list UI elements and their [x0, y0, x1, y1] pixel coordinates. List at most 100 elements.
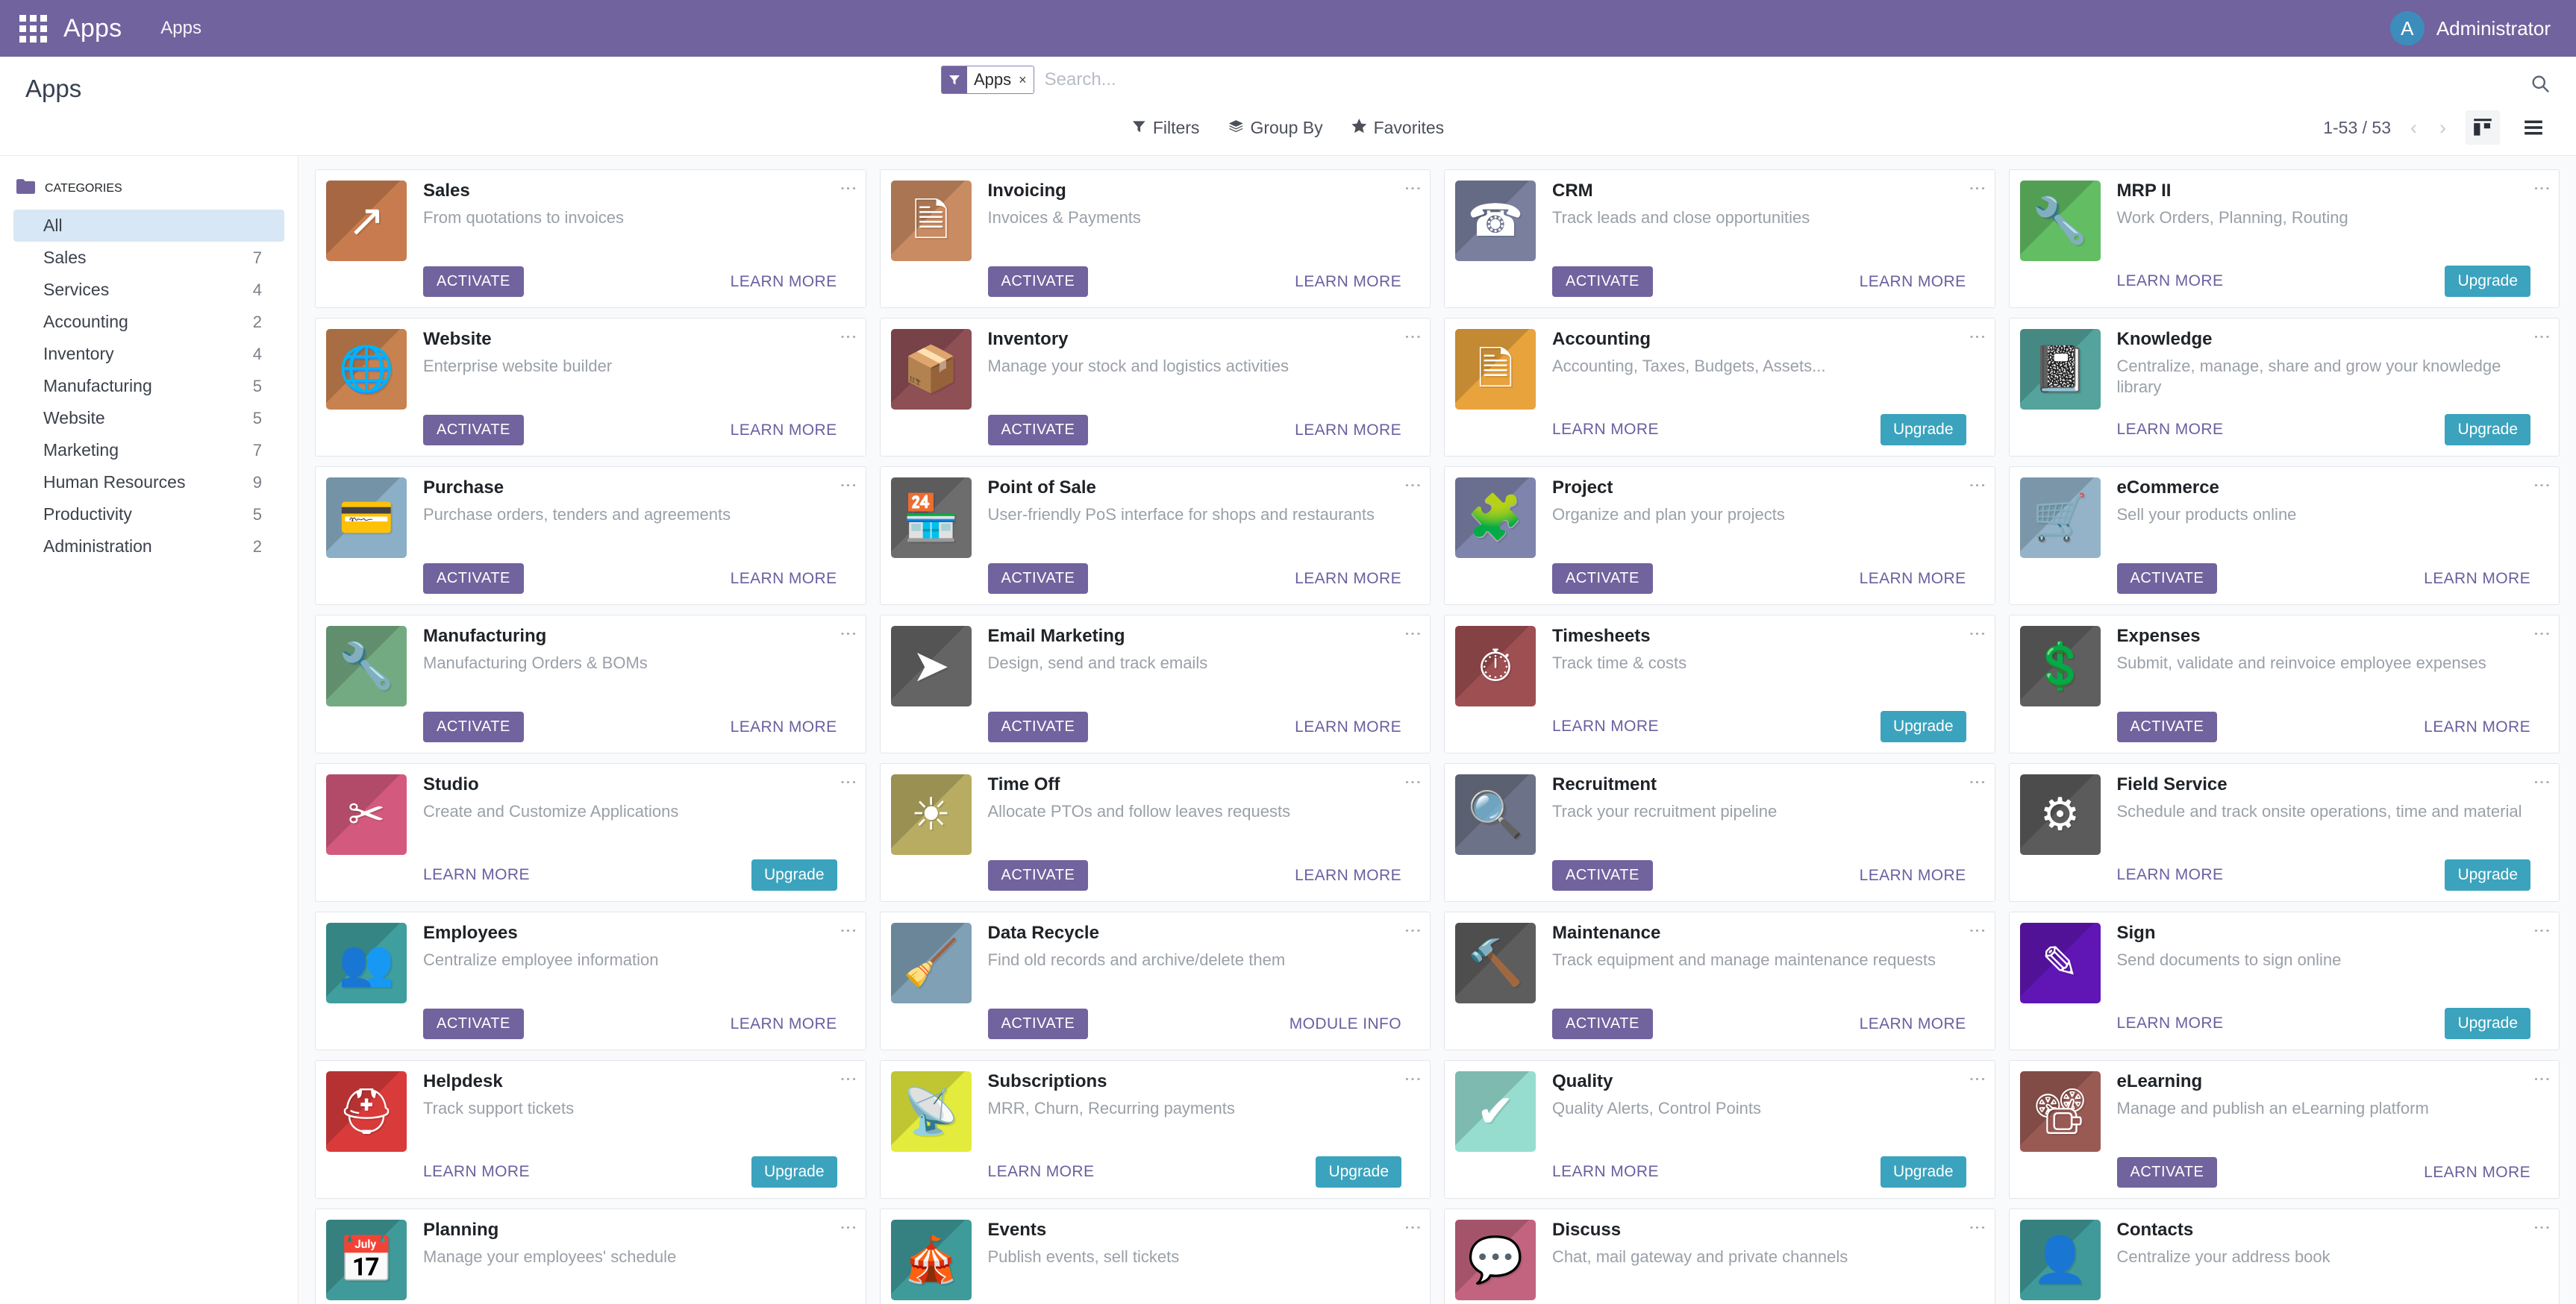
search-facet-remove-icon[interactable]: × — [1016, 66, 1034, 93]
app-card[interactable]: ⏱ Timesheets Track time & costs LEARN MORE U… — [1444, 615, 1995, 753]
learn-more-link[interactable]: LEARN MORE — [731, 718, 837, 736]
sidebar-item-productivity[interactable]: Productivity 5 — [13, 498, 284, 530]
learn-more-link[interactable]: LEARN MORE — [1295, 273, 1401, 291]
activate-button[interactable]: ACTIVATE — [1552, 266, 1653, 297]
upgrade-button[interactable]: Upgrade — [2445, 414, 2530, 445]
kebab-menu-icon[interactable]: ⋮ — [1969, 328, 1988, 345]
activate-button[interactable]: ACTIVATE — [2116, 712, 2218, 742]
upgrade-button[interactable]: Upgrade — [1880, 711, 1966, 742]
app-card[interactable]: 💲 Expenses Submit, validate and reinvoice … — [2008, 615, 2560, 753]
app-card[interactable]: ☀ Time Off Allocate PTOs and follow leaves… — [879, 763, 1431, 902]
activate-button[interactable]: ACTIVATE — [987, 563, 1089, 594]
search-input[interactable] — [1034, 69, 1635, 90]
app-card[interactable]: 🎪 Events Publish events, sell tickets ⋮ — [879, 1209, 1431, 1304]
app-card[interactable]: 🧩 Project Organize and plan your projects A… — [1444, 466, 1995, 605]
learn-more-link[interactable]: LEARN MORE — [423, 1163, 530, 1181]
module-info-link[interactable]: MODULE INFO — [1289, 1015, 1401, 1033]
kebab-menu-icon[interactable]: ⋮ — [2533, 1071, 2552, 1088]
app-card[interactable]: ⚙ Field Service Schedule and track onsite … — [2008, 763, 2560, 902]
upgrade-button[interactable]: Upgrade — [2445, 266, 2530, 297]
app-card[interactable]: 💳 Purchase Purchase orders, tenders and ag… — [315, 466, 866, 605]
kebab-menu-icon[interactable]: ⋮ — [1969, 477, 1988, 494]
learn-more-link[interactable]: LEARN MORE — [2424, 1164, 2530, 1182]
activate-button[interactable]: ACTIVATE — [987, 266, 1089, 297]
kebab-menu-icon[interactable]: ⋮ — [2533, 1219, 2552, 1236]
sidebar-item-all[interactable]: All — [13, 210, 284, 242]
kebab-menu-icon[interactable]: ⋮ — [1969, 625, 1988, 642]
sidebar-item-inventory[interactable]: Inventory 4 — [13, 338, 284, 370]
learn-more-link[interactable]: LEARN MORE — [1552, 718, 1659, 736]
search-icon[interactable] — [2530, 73, 2551, 99]
kebab-menu-icon[interactable]: ⋮ — [1404, 1219, 1423, 1236]
activate-button[interactable]: ACTIVATE — [1552, 860, 1653, 891]
learn-more-link[interactable]: LEARN MORE — [1552, 1163, 1659, 1181]
app-card[interactable]: ✔ Quality Quality Alerts, Control Points LE… — [1444, 1060, 1995, 1199]
app-card[interactable]: ↗ Sales From quotations to invoices ACTIVAT… — [315, 169, 866, 308]
sidebar-item-accounting[interactable]: Accounting 2 — [13, 306, 284, 338]
app-card[interactable]: 🗎 Accounting Accounting, Taxes, Budgets, A… — [1444, 318, 1995, 457]
activate-button[interactable]: ACTIVATE — [423, 415, 524, 445]
app-card[interactable]: ✎ Sign Send documents to sign online LEARN … — [2008, 912, 2560, 1050]
upgrade-button[interactable]: Upgrade — [1316, 1156, 1401, 1188]
pager-previous-icon[interactable]: ‹ — [2407, 116, 2420, 140]
list-view-button[interactable] — [2516, 110, 2551, 145]
apps-grid-icon[interactable] — [19, 14, 47, 43]
brand-title[interactable]: Apps — [63, 14, 122, 43]
kebab-menu-icon[interactable]: ⋮ — [840, 1071, 859, 1088]
kebab-menu-icon[interactable]: ⋮ — [2533, 180, 2552, 197]
kebab-menu-icon[interactable]: ⋮ — [2533, 922, 2552, 939]
kebab-menu-icon[interactable]: ⋮ — [840, 180, 859, 197]
group-by-button[interactable]: Group By — [1228, 118, 1323, 138]
kebab-menu-icon[interactable]: ⋮ — [1969, 1219, 1988, 1236]
kebab-menu-icon[interactable]: ⋮ — [1404, 1071, 1423, 1088]
activate-button[interactable]: ACTIVATE — [1552, 563, 1653, 594]
learn-more-link[interactable]: LEARN MORE — [731, 570, 837, 588]
app-card[interactable]: ☎ CRM Track leads and close opportunities A… — [1444, 169, 1995, 308]
learn-more-link[interactable]: LEARN MORE — [1295, 718, 1401, 736]
learn-more-link[interactable]: LEARN MORE — [1295, 421, 1401, 439]
favorites-button[interactable]: Favorites — [1351, 118, 1444, 138]
kebab-menu-icon[interactable]: ⋮ — [1404, 180, 1423, 197]
kebab-menu-icon[interactable]: ⋮ — [840, 1219, 859, 1236]
kebab-menu-icon[interactable]: ⋮ — [1404, 477, 1423, 494]
kebab-menu-icon[interactable]: ⋮ — [840, 625, 859, 642]
activate-button[interactable]: ACTIVATE — [423, 712, 524, 742]
filters-button[interactable]: Filters — [1132, 118, 1199, 138]
activate-button[interactable]: ACTIVATE — [423, 266, 524, 297]
learn-more-link[interactable]: LEARN MORE — [1552, 421, 1659, 439]
learn-more-link[interactable]: LEARN MORE — [2117, 421, 2224, 439]
learn-more-link[interactable]: LEARN MORE — [2424, 718, 2530, 736]
app-card[interactable]: ⛑ Helpdesk Track support tickets LEARN MORE… — [315, 1060, 866, 1199]
upgrade-button[interactable]: Upgrade — [751, 859, 837, 891]
learn-more-link[interactable]: LEARN MORE — [2117, 272, 2224, 290]
app-card[interactable]: 🏪 Point of Sale User-friendly PoS interfac… — [879, 466, 1431, 605]
learn-more-link[interactable]: LEARN MORE — [988, 1163, 1095, 1181]
kebab-menu-icon[interactable]: ⋮ — [2533, 477, 2552, 494]
learn-more-link[interactable]: LEARN MORE — [1860, 867, 1966, 885]
sidebar-item-human-resources[interactable]: Human Resources 9 — [13, 466, 284, 498]
activate-button[interactable]: ACTIVATE — [1552, 1009, 1653, 1039]
kebab-menu-icon[interactable]: ⋮ — [2533, 625, 2552, 642]
sidebar-item-marketing[interactable]: Marketing 7 — [13, 434, 284, 466]
kebab-menu-icon[interactable]: ⋮ — [1969, 774, 1988, 791]
search-facet-apps[interactable]: Apps × — [941, 66, 1034, 94]
learn-more-link[interactable]: LEARN MORE — [1860, 273, 1966, 291]
kebab-menu-icon[interactable]: ⋮ — [1404, 922, 1423, 939]
kebab-menu-icon[interactable]: ⋮ — [1404, 625, 1423, 642]
sidebar-item-website[interactable]: Website 5 — [13, 402, 284, 434]
kebab-menu-icon[interactable]: ⋮ — [1969, 180, 1988, 197]
learn-more-link[interactable]: LEARN MORE — [731, 273, 837, 291]
upgrade-button[interactable]: Upgrade — [2445, 859, 2530, 891]
app-card[interactable]: 🗎 Invoicing Invoices & Payments ACTIVATE LEA… — [879, 169, 1431, 308]
learn-more-link[interactable]: LEARN MORE — [2117, 866, 2224, 884]
activate-button[interactable]: ACTIVATE — [987, 415, 1089, 445]
learn-more-link[interactable]: LEARN MORE — [731, 421, 837, 439]
app-card[interactable]: 🔧 MRP II Work Orders, Planning, Routing LEA… — [2008, 169, 2560, 308]
activate-button[interactable]: ACTIVATE — [423, 563, 524, 594]
learn-more-link[interactable]: LEARN MORE — [2117, 1015, 2224, 1032]
activate-button[interactable]: ACTIVATE — [2116, 1157, 2218, 1188]
kebab-menu-icon[interactable]: ⋮ — [2533, 774, 2552, 791]
app-card[interactable]: 📅 Planning Manage your employees' schedule… — [315, 1209, 866, 1304]
upgrade-button[interactable]: Upgrade — [1880, 1156, 1966, 1188]
learn-more-link[interactable]: LEARN MORE — [423, 866, 530, 884]
